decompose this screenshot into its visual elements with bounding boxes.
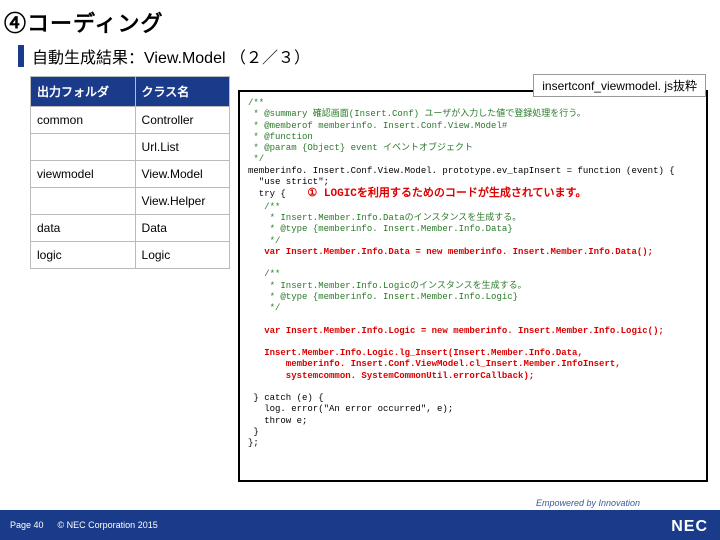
table-cell: viewmodel	[31, 161, 136, 188]
code-line: var Insert.Member.Info.Logic = new membe…	[248, 326, 664, 336]
code-line: * @summary 確認画面(Insert.Conf) ユーザが入力した値で登…	[248, 109, 586, 119]
code-line: "use strict";	[248, 177, 329, 187]
code-line: } catch (e) {	[248, 393, 324, 403]
code-box: /** * @summary 確認画面(Insert.Conf) ユーザが入力し…	[238, 90, 708, 482]
code-line: var Insert.Member.Info.Data = new member…	[248, 247, 653, 257]
annotation-callout: ① LOGICを利用するためのコードが生成されています。	[307, 188, 586, 200]
page-number: Page 40	[10, 520, 44, 530]
copyright: © NEC Corporation 2015	[58, 520, 158, 530]
code-line: /**	[248, 202, 280, 212]
table-cell: Logic	[135, 242, 229, 269]
tagline: Empowered by Innovation	[536, 498, 640, 508]
class-table: 出力フォルダ クラス名 commonController Url.List vi…	[30, 76, 230, 269]
code-line: }	[248, 427, 259, 437]
page-title: ④コーディング	[4, 6, 163, 38]
code-line: * @function	[248, 132, 313, 142]
code-line: * @type {memberinfo. Insert.Member.Info.…	[248, 224, 513, 234]
code-line: * @memberof memberinfo. Insert.Conf.View…	[248, 121, 507, 131]
nec-logo: NEC	[671, 518, 708, 536]
table-header-class: クラス名	[135, 77, 229, 107]
code-line: memberinfo. Insert.Conf.ViewModel.cl_Ins…	[248, 359, 621, 369]
code-line: log. error("An error occurred", e);	[248, 404, 453, 414]
table-cell: common	[31, 107, 136, 134]
footer-bar: Page 40 © NEC Corporation 2015	[0, 510, 720, 540]
table-cell: data	[31, 215, 136, 242]
code-line: systemcommon. SystemCommonUtil.errorCall…	[248, 371, 534, 381]
table-cell: View.Model	[135, 161, 229, 188]
table-cell: Data	[135, 215, 229, 242]
code-line: */	[248, 154, 264, 164]
code-line: };	[248, 438, 259, 448]
code-line: /**	[248, 98, 264, 108]
code-line: * Insert.Member.Info.Logicのインスタンスを生成する。	[248, 281, 527, 291]
code-line: /**	[248, 269, 280, 279]
code-line: throw e;	[248, 416, 307, 426]
code-line: Insert.Member.Info.Logic.lg_Insert(Inser…	[248, 348, 583, 358]
code-line: memberinfo. Insert.Conf.View.Model. prot…	[248, 166, 675, 176]
code-line: try {	[248, 189, 286, 199]
table-cell: View.Helper	[135, 188, 229, 215]
table-cell: Url.List	[135, 134, 229, 161]
code-line: * @param {Object} event イベントオブジェクト	[248, 143, 473, 153]
table-header-folder: 出力フォルダ	[31, 77, 136, 107]
page-subtitle: 自動生成結果：View.Model （２／３）	[32, 44, 310, 68]
table-cell	[31, 188, 136, 215]
code-line: * Insert.Member.Info.Dataのインスタンスを生成する。	[248, 213, 521, 223]
code-line: */	[248, 236, 280, 246]
code-line: */	[248, 303, 280, 313]
table-cell: Controller	[135, 107, 229, 134]
accent-bar	[18, 45, 24, 67]
table-cell: logic	[31, 242, 136, 269]
code-line: * @type {memberinfo. Insert.Member.Info.…	[248, 292, 518, 302]
table-cell	[31, 134, 136, 161]
file-badge: insertconf_viewmodel. js抜粋	[533, 74, 706, 97]
